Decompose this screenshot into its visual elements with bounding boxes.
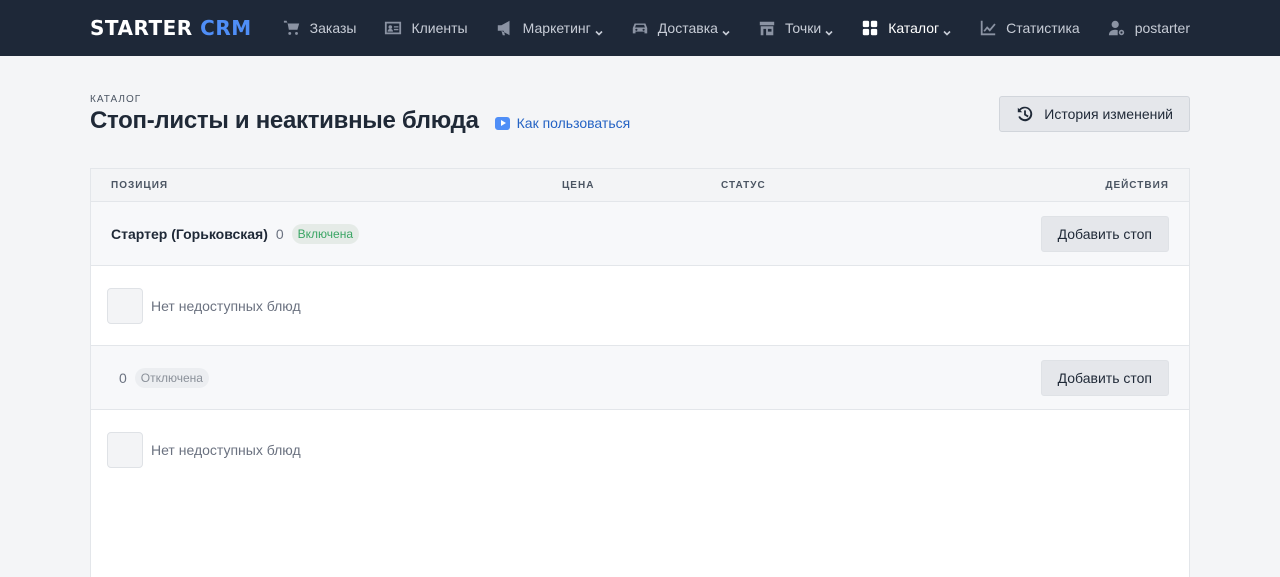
add-stop-button[interactable]: Добавить стоп — [1040, 360, 1169, 396]
status-badge: Отключена — [134, 367, 209, 388]
chevron-down-icon — [943, 24, 951, 36]
page-header: КАТАЛОГ Стоп-листы и неактивные блюда Ка… — [0, 56, 1280, 168]
brand-logo[interactable]: STARTER CRM — [90, 16, 252, 40]
nav-label: Статистика — [1006, 20, 1080, 36]
nav-item-delivery[interactable]: Доставка — [630, 19, 730, 37]
status-badge: Включена — [291, 223, 360, 244]
nav-label: Каталог — [888, 20, 940, 36]
brand-accent: CRM — [200, 16, 252, 40]
point-row: Стартер (Горьковская) 0 Включена Добавит… — [91, 202, 1189, 266]
history-icon — [1018, 106, 1033, 122]
history-label: История изменений — [1044, 106, 1173, 122]
chart-line-icon — [978, 19, 998, 37]
column-status: СТАТУС — [721, 180, 766, 191]
chevron-down-icon — [595, 24, 603, 36]
point-count: 0 — [275, 225, 284, 242]
nav-label: Клиенты — [411, 20, 468, 36]
point-row: 0 Отключена Добавить стоп — [91, 346, 1189, 410]
nav-item-statistics[interactable]: Статистика — [978, 19, 1080, 37]
chevron-down-icon — [825, 24, 833, 36]
empty-message: Нет недоступных блюд — [151, 297, 301, 314]
chevron-down-icon — [722, 24, 730, 36]
store-icon — [757, 19, 777, 37]
nav-item-points[interactable]: Точки — [757, 19, 833, 37]
history-button[interactable]: История изменений — [999, 96, 1190, 132]
add-stop-button[interactable]: Добавить стоп — [1040, 216, 1169, 252]
column-price: ЦЕНА — [562, 180, 595, 191]
howto-link[interactable]: Как пользоваться — [494, 115, 631, 131]
stoplist-table: ПОЗИЦИЯ ЦЕНА СТАТУС ДЕЙСТВИЯ Стартер (Го… — [90, 168, 1190, 577]
cart-icon — [282, 19, 302, 37]
nav-item-clients[interactable]: Клиенты — [383, 19, 468, 37]
nav-label: Доставка — [657, 20, 718, 36]
empty-list-item: Нет недоступных блюд — [91, 266, 1189, 346]
dish-thumbnail-placeholder — [107, 287, 143, 324]
nav-item-orders[interactable]: Заказы — [282, 19, 357, 37]
column-position: ПОЗИЦИЯ — [111, 180, 169, 191]
nav-label: postarter — [1134, 20, 1190, 36]
howto-label: Как пользоваться — [516, 115, 631, 131]
empty-message: Нет недоступных блюд — [151, 442, 301, 458]
nav-label: Точки — [784, 20, 822, 36]
main-nav: Заказы Клиенты Маркетинг Доставка Точки … — [282, 19, 1190, 37]
nav-item-catalog[interactable]: Каталог — [860, 19, 951, 37]
megaphone-icon — [495, 19, 515, 37]
id-card-icon — [383, 19, 403, 37]
empty-list-item: Нет недоступных блюд — [91, 410, 1189, 490]
nav-label: Заказы — [309, 20, 357, 36]
nav-item-user[interactable]: postarter — [1107, 19, 1190, 37]
point-count: 0 — [119, 369, 127, 386]
top-navbar: STARTER CRM Заказы Клиенты Маркетинг Дос… — [0, 0, 1280, 56]
brand-name: STARTER — [90, 16, 193, 40]
point-name: Стартер (Горьковская) — [111, 225, 268, 242]
table-header: ПОЗИЦИЯ ЦЕНА СТАТУС ДЕЙСТВИЯ — [91, 169, 1189, 202]
page-title: Стоп-листы и неактивные блюда — [90, 107, 479, 134]
nav-item-marketing[interactable]: Маркетинг — [495, 19, 603, 37]
dish-thumbnail-placeholder — [107, 432, 143, 468]
nav-label: Маркетинг — [522, 20, 591, 36]
video-play-icon — [494, 116, 510, 130]
car-icon — [630, 19, 650, 37]
column-actions: ДЕЙСТВИЯ — [1105, 180, 1169, 191]
grid-icon — [860, 19, 880, 37]
user-gear-icon — [1107, 19, 1127, 37]
